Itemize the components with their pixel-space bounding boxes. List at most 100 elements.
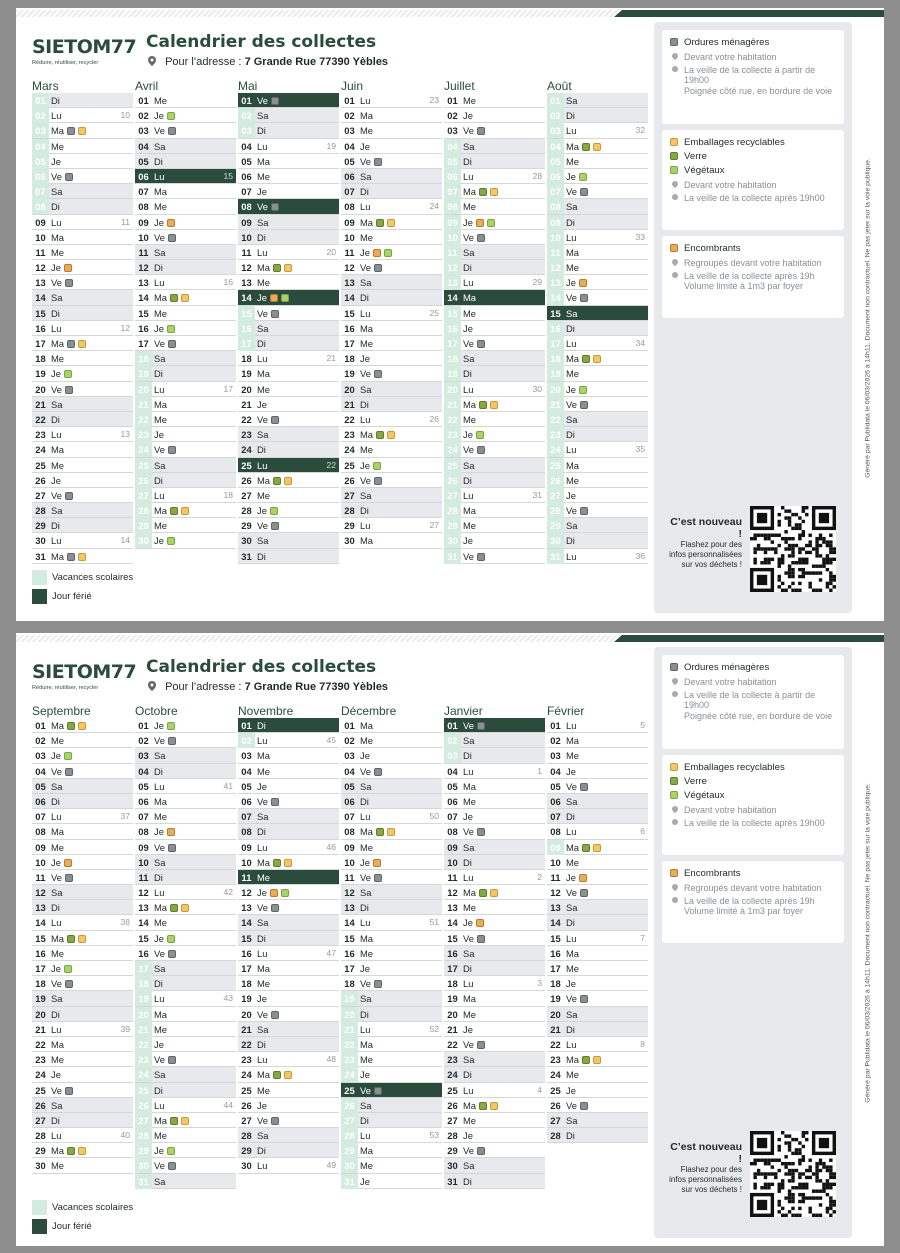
trash-bin-icon (670, 663, 678, 671)
day-number: 04 (547, 138, 564, 154)
day-weekday: Je (463, 216, 473, 228)
trash-bin-icon (270, 415, 279, 424)
trash-bin-icon (64, 172, 73, 181)
day-row: 30 Je (444, 533, 545, 549)
day-number: 20 (344, 383, 355, 395)
day-row: 23 Lu 13 (32, 427, 133, 443)
day-weekday: Je (463, 1130, 473, 1142)
day-row: 30 Lu 49 (238, 1158, 339, 1174)
day-row: 20 Di (341, 1006, 442, 1022)
day-row: 07 Je (238, 184, 339, 200)
day-number: 03 (35, 750, 46, 762)
day-row: 29 Lu 27 (341, 518, 442, 534)
day-number: 31 (547, 548, 564, 564)
day-weekday: Ve (566, 505, 577, 517)
day-number: 24 (550, 1069, 561, 1081)
day-weekday: Me (360, 841, 374, 853)
day-weekday: Je (463, 429, 473, 441)
qr-code-icon[interactable] (750, 1131, 836, 1217)
green-waste-icon (372, 461, 381, 470)
day-weekday: Ve (154, 338, 165, 349)
day-number: 04 (447, 765, 458, 777)
day-number: 22 (550, 1038, 561, 1050)
day-row: 05 Lu 41 (135, 779, 236, 794)
trash-bin-icon (64, 873, 73, 882)
week-number: 11 (121, 216, 130, 227)
day-row: 14 Lu 38 (32, 915, 133, 931)
recycle-bin-icon (593, 142, 602, 151)
address-prefix: Pour l’adresse : (165, 56, 242, 68)
day-weekday: Sa (566, 902, 578, 914)
day-row: 06 Ve (32, 168, 133, 185)
logo-tagline: Réduire, réutiliser, recycler (32, 60, 99, 66)
day-number: 06 (547, 168, 564, 184)
day-number: 06 (138, 795, 149, 807)
day-number: 09 (444, 214, 461, 230)
day-weekday: Sa (51, 505, 63, 517)
day-number: 27 (447, 1114, 458, 1126)
day-number: 05 (444, 153, 461, 169)
day-row: 24 Lu 35 (547, 442, 648, 458)
week-number: 22 (326, 459, 336, 470)
clock-icon (672, 193, 678, 200)
day-weekday: Sa (257, 917, 269, 929)
day-number: 05 (344, 780, 355, 792)
day-weekday: Ma (154, 292, 168, 304)
qr-code-icon[interactable] (750, 506, 836, 592)
logo-tagline: Réduire, réutiliser, recycler (32, 685, 99, 691)
trash-bin-icon (476, 722, 485, 730)
day-weekday: Ma (360, 932, 374, 944)
glass-bin-icon (582, 355, 591, 364)
day-row: 27 Me (238, 488, 339, 504)
day-number: 19 (550, 993, 561, 1005)
day-weekday: Ve (257, 307, 268, 319)
month-column: Janvier 01 Ve 02 Sa 03 Di 04 Lu 1 05 Ma 06 Me 07 Je 08 Ve… (444, 705, 545, 1189)
day-weekday: Ve (463, 125, 474, 137)
glass-bin-icon (170, 904, 179, 913)
day-number: 29 (135, 1143, 152, 1159)
day-row: 14 Ma (135, 290, 236, 306)
day-number: 28 (135, 1128, 152, 1144)
rec-title-2: Verre (670, 150, 836, 164)
day-number: 13 (344, 902, 355, 914)
trash-bin-icon (373, 476, 382, 485)
day-row: 25 Ve (341, 1082, 442, 1098)
day-weekday: Ve (566, 186, 577, 198)
day-weekday: Je (154, 932, 164, 944)
day-weekday: Sa (360, 887, 372, 899)
day-row: 03 Ve (444, 123, 545, 139)
day-weekday: Di (463, 963, 472, 974)
day-row: 22 Sa (547, 411, 648, 428)
day-weekday: Sa (154, 140, 166, 152)
day-weekday: Ma (154, 902, 168, 914)
qr-caption: C’est nouveau ! Flashez pour des infos pe… (666, 516, 742, 570)
day-weekday: Sa (154, 246, 166, 258)
day-weekday: Je (51, 963, 61, 974)
day-number: 06 (344, 170, 355, 182)
day-row: 31 Ve (444, 548, 545, 564)
day-number: 30 (35, 1160, 46, 1172)
rec-line2: La veille de la collecte après 19h00 (684, 192, 825, 203)
day-weekday: Me (154, 520, 168, 532)
day-weekday: Sa (51, 292, 63, 304)
day-weekday: Me (51, 353, 65, 365)
day-weekday: Ve (154, 735, 165, 747)
day-number: 12 (447, 887, 458, 899)
day-weekday: Di (360, 902, 369, 914)
day-number: 10 (138, 231, 149, 243)
day-weekday: Di (257, 338, 266, 349)
day-number: 19 (447, 993, 458, 1005)
day-number: 21 (135, 396, 152, 412)
rec-info-1: Devant votre habitation (670, 179, 836, 191)
day-row: 12 Ma (238, 260, 339, 276)
day-weekday: Je (463, 322, 473, 334)
day-row: 09 Ma (341, 215, 442, 230)
recycle-bin-icon (78, 934, 87, 943)
week-number: 14 (120, 535, 130, 546)
month-name: Août (547, 79, 572, 93)
rec-info-1: Devant votre habitation (670, 804, 836, 816)
day-row: 16 Ve (135, 946, 236, 961)
day-row: 06 Sa (547, 793, 648, 810)
enc-line1: Regroupés devant votre habitation (684, 883, 822, 893)
day-row: 29 Sa (547, 518, 648, 534)
